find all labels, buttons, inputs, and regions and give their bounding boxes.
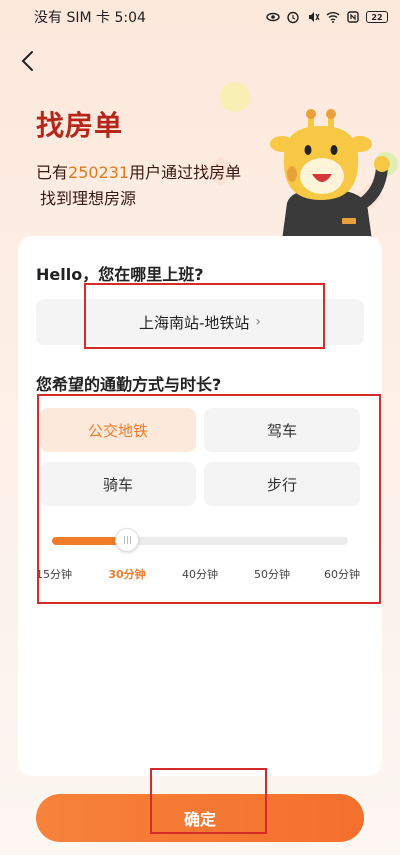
duration-tick-60[interactable]: 60分钟: [324, 566, 360, 582]
battery-icon: 22: [366, 11, 388, 23]
decor-circle-yellow: [220, 82, 250, 112]
back-button[interactable]: [14, 48, 40, 74]
eye-icon: [266, 12, 280, 22]
subtitle-prefix: 已有: [36, 163, 69, 182]
workplace-location-selector[interactable]: 上海南站-地铁站 ›: [36, 299, 364, 345]
status-bar: 没有 SIM 卡 5:04 22: [0, 0, 400, 34]
mode-bike[interactable]: 骑车: [40, 462, 196, 506]
chevron-left-icon: [21, 51, 33, 71]
duration-slider-track[interactable]: [52, 537, 348, 545]
mode-drive[interactable]: 驾车: [204, 408, 360, 452]
subtitle: 已有250231用户通过找房单: [36, 163, 241, 183]
user-count: 250231: [68, 163, 130, 182]
chevron-right-icon: ›: [255, 314, 262, 330]
mute-icon: [309, 12, 320, 22]
duration-tick-50[interactable]: 50分钟: [254, 566, 290, 582]
commute-question: 您希望的通勤方式与时长?: [36, 375, 222, 394]
status-carrier-time: 没有 SIM 卡 5:04: [34, 10, 146, 26]
nfc-icon: [347, 11, 359, 23]
duration-tick-40[interactable]: 40分钟: [182, 566, 218, 582]
status-icons: 22: [266, 10, 388, 24]
mode-walk[interactable]: 步行: [204, 462, 360, 506]
duration-tick-30[interactable]: 30分钟: [108, 566, 145, 582]
workplace-question: Hello，您在哪里上班?: [36, 265, 204, 284]
wifi-icon: [326, 12, 340, 23]
duration-tick-15[interactable]: 15分钟: [36, 566, 72, 582]
alarm-icon: [287, 11, 299, 24]
subtitle-suffix: 用户通过找房单: [129, 163, 242, 182]
mode-bus-subway[interactable]: 公交地铁: [40, 408, 196, 452]
subtitle-line2: 找到理想房源: [40, 189, 137, 208]
duration-slider-thumb[interactable]: [115, 528, 139, 552]
giraffe-mascot-illustration: [270, 109, 390, 240]
page-title: 找房单: [36, 109, 124, 142]
confirm-button[interactable]: 确定: [36, 794, 364, 842]
workplace-location-value: 上海南站-地铁站: [138, 313, 250, 332]
